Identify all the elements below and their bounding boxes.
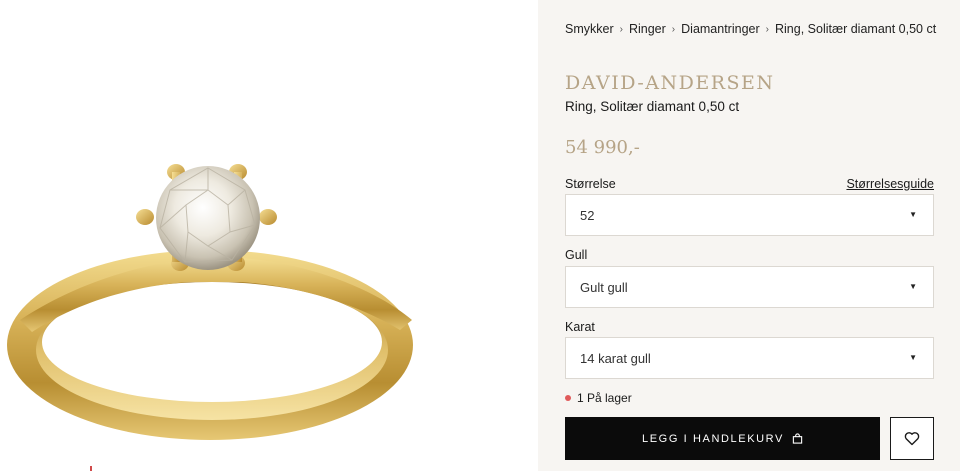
breadcrumb-separator-icon: › bbox=[671, 23, 676, 35]
breadcrumb-item-diamantringer[interactable]: Diamantringer bbox=[681, 22, 760, 36]
product-title: Ring, Solitær diamant 0,50 ct bbox=[565, 99, 740, 114]
brand-name[interactable]: DAVID-ANDERSEN bbox=[565, 72, 775, 94]
ring-illustration bbox=[7, 164, 413, 471]
size-select[interactable]: 52 ▼ bbox=[565, 194, 934, 236]
gold-select-value: Gult gull bbox=[580, 279, 628, 295]
shopping-bag-icon bbox=[792, 433, 803, 444]
stock-dot-icon bbox=[565, 395, 571, 401]
product-price: 54 990,- bbox=[565, 137, 640, 158]
chevron-down-icon: ▼ bbox=[909, 282, 917, 291]
gold-select[interactable]: Gult gull ▼ bbox=[565, 266, 934, 308]
size-guide-link[interactable]: Størrelsesguide bbox=[846, 177, 934, 191]
size-label: Størrelse bbox=[565, 177, 616, 191]
breadcrumb-separator-icon: › bbox=[619, 23, 623, 35]
product-image[interactable] bbox=[0, 0, 538, 471]
breadcrumb: Smykker › Ringer › Diamantringer › Ring,… bbox=[565, 22, 936, 36]
breadcrumb-separator-icon: › bbox=[765, 23, 769, 35]
chevron-down-icon: ▼ bbox=[909, 210, 917, 219]
stock-status: 1 På lager bbox=[565, 391, 632, 405]
stock-text: 1 På lager bbox=[577, 391, 632, 405]
gold-label: Gull bbox=[565, 248, 588, 262]
breadcrumb-item-ringer[interactable]: Ringer bbox=[629, 22, 666, 36]
product-info-panel: Smykker › Ringer › Diamantringer › Ring,… bbox=[538, 0, 960, 471]
add-to-cart-button[interactable]: LEGG I HANDLEKURV bbox=[565, 417, 880, 460]
add-to-cart-label: LEGG I HANDLEKURV bbox=[642, 432, 784, 445]
karat-select-value: 14 karat gull bbox=[580, 350, 651, 366]
karat-label: Karat bbox=[565, 320, 595, 334]
chevron-down-icon: ▼ bbox=[909, 353, 917, 362]
size-select-value: 52 bbox=[580, 207, 595, 223]
heart-icon bbox=[904, 432, 920, 446]
karat-select[interactable]: 14 karat gull ▼ bbox=[565, 337, 934, 379]
wishlist-button[interactable] bbox=[890, 417, 934, 460]
breadcrumb-item-current[interactable]: Ring, Solitær diamant 0,50 ct bbox=[775, 22, 936, 36]
breadcrumb-item-smykker[interactable]: Smykker bbox=[565, 22, 614, 36]
